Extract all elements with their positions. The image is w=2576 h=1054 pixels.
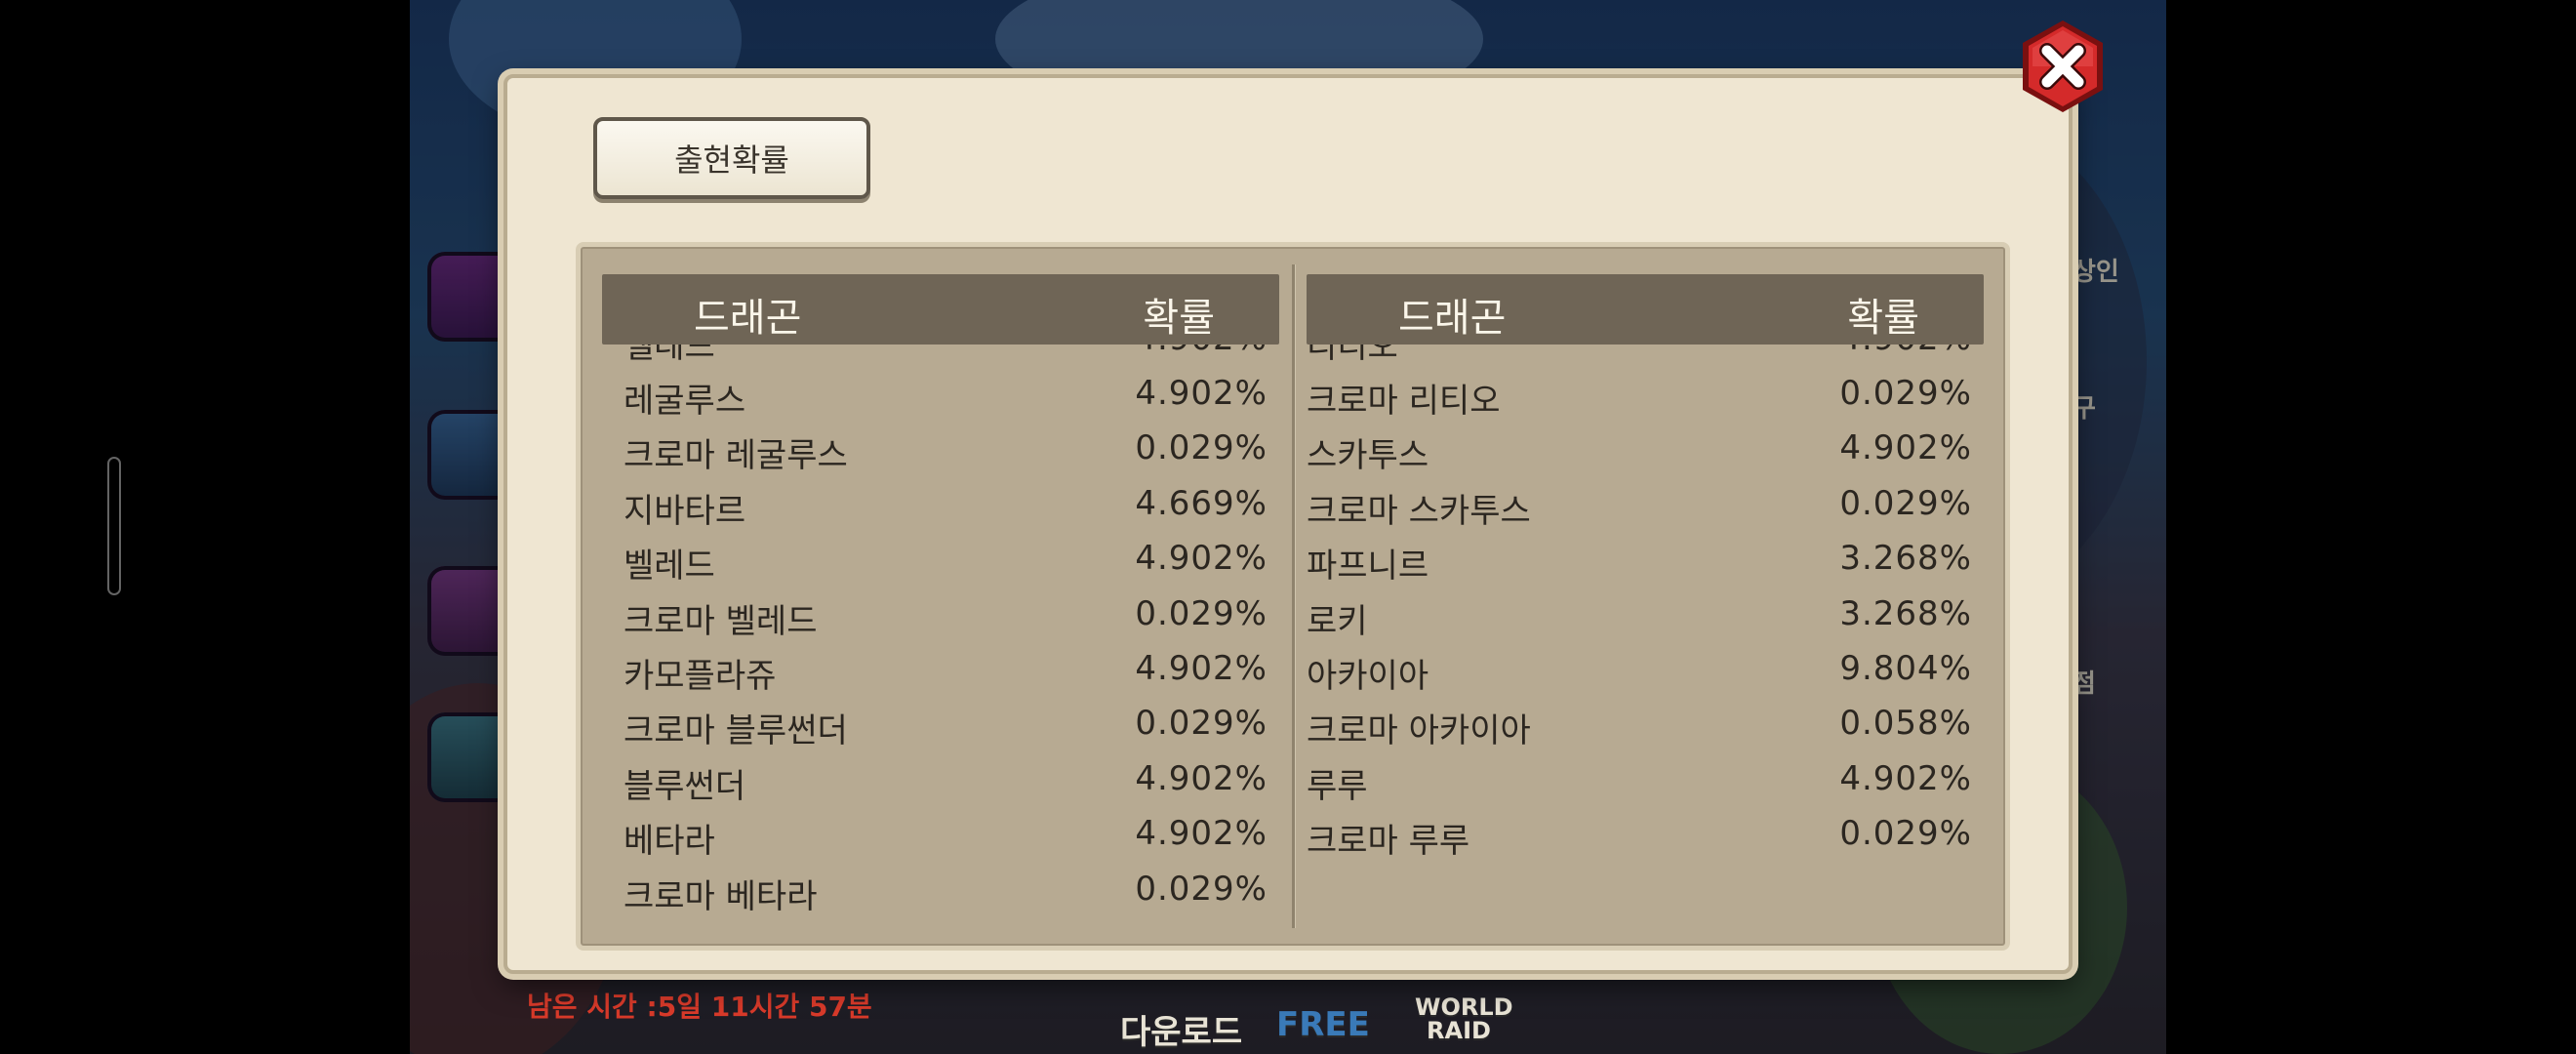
dragon-probability: 3.268% <box>1839 539 1972 579</box>
dragon-probability: 4.902% <box>1839 758 1972 798</box>
dragon-name: 크로마 벨레드 <box>624 601 818 641</box>
table-header: 드래곤 확률 <box>1307 274 1984 345</box>
header-dragon: 드래곤 <box>694 296 802 341</box>
dragon-probability: 0.029% <box>1839 374 1972 413</box>
dragon-name: 크로마 베타라 <box>624 876 818 916</box>
download-label: 다운로드 <box>1120 1013 1243 1052</box>
table-row: 스카투스 4.902% <box>1307 421 1984 475</box>
dragon-name: 크로마 스카투스 <box>1307 491 1531 531</box>
table-row: 크로마 아카이아 0.058% <box>1307 696 1984 750</box>
dragon-name: 파프니르 <box>1307 547 1429 587</box>
dragon-name: 로키 <box>1307 601 1368 641</box>
table-row: 지바타르 4.669% <box>602 476 1279 531</box>
dragon-name: 스카투스 <box>1307 436 1429 476</box>
dragon-name: 크로마 루루 <box>1307 822 1470 862</box>
dragon-probability: 3.268% <box>1839 593 1972 633</box>
dragon-name: 아카이아 <box>1307 656 1429 696</box>
close-icon <box>2023 20 2103 112</box>
table-row: 블루썬더 4.902% <box>602 751 1279 806</box>
table-row: 아카이아 9.804% <box>1307 641 1984 696</box>
dragon-probability: 4.902% <box>1135 814 1268 854</box>
dragon-name: 크로마 블루썬더 <box>624 711 848 751</box>
table-row: 레굴루스 4.902% <box>602 366 1279 421</box>
table-row-partial: 리티오 4.902% <box>1307 345 1984 366</box>
close-button[interactable] <box>2018 18 2108 115</box>
table-row: 파프니르 3.268% <box>1307 531 1984 586</box>
world-raid-label: WORLD RAID <box>1415 993 1513 1044</box>
header-probability: 확률 <box>1143 296 1215 341</box>
table-row: 크로마 블루썬더 0.029% <box>602 696 1279 750</box>
dragon-name: 카모플라쥬 <box>624 656 777 696</box>
right-column: 드래곤 확률 리티오 4.902% 크로마 리티오 0.029% 스카투스 4.90… <box>1307 274 1984 936</box>
dragon-probability: 4.902% <box>1135 648 1268 688</box>
dragon-name: 베타라 <box>624 822 715 862</box>
dragon-name: 크로마 레굴루스 <box>624 436 848 476</box>
table-row: 크로마 스카투스 0.029% <box>1307 476 1984 531</box>
dragon-name: 크로마 아카이아 <box>1307 711 1531 751</box>
dragon-name: 지바타르 <box>624 491 746 531</box>
dragon-probability: 0.029% <box>1135 704 1268 744</box>
dragon-name: 루루 <box>1307 766 1368 806</box>
table-row-partial: 벨레드 4.902% <box>602 345 1279 366</box>
dragon-probability: 0.029% <box>1135 593 1268 633</box>
dragon-probability: 4.902% <box>1839 345 1972 358</box>
dragon-name: 크로마 리티오 <box>1307 382 1501 421</box>
tab-appearance-rate[interactable]: 출현확률 <box>593 117 870 199</box>
column-divider <box>1292 264 1295 928</box>
dragon-probability: 4.902% <box>1839 428 1972 468</box>
table-row: 크로마 레굴루스 0.029% <box>602 421 1279 475</box>
table-rows[interactable]: 리티오 4.902% 크로마 리티오 0.029% 스카투스 4.902% 크로마 … <box>1307 345 1984 862</box>
table-row: 벨레드 4.902% <box>602 531 1279 586</box>
dragon-probability: 4.669% <box>1135 483 1268 523</box>
drop-rate-table: 드래곤 확률 벨레드 4.902% 레굴루스 4.902% 크로마 레굴루스 0.0… <box>576 242 2010 951</box>
dragon-probability: 4.902% <box>1135 758 1268 798</box>
dragon-name: 레굴루스 <box>624 382 746 421</box>
dragon-probability: 9.804% <box>1839 648 1972 688</box>
dragon-probability: 0.029% <box>1135 869 1268 909</box>
table-row: 크로마 루루 0.029% <box>1307 806 1984 861</box>
drop-rate-modal: 출현확률 드래곤 확률 벨레드 4.902% 레굴루스 4.902% 크로마 레굴… <box>503 74 2073 974</box>
dragon-probability: 4.902% <box>1135 345 1268 358</box>
table-header: 드래곤 확률 <box>602 274 1279 345</box>
table-row: 베타라 4.902% <box>602 806 1279 861</box>
dragon-probability: 4.902% <box>1135 374 1268 413</box>
table-row: 카모플라쥬 4.902% <box>602 641 1279 696</box>
table-row: 크로마 리티오 0.029% <box>1307 366 1984 421</box>
table-row: 크로마 베타라 0.029% <box>602 862 1279 916</box>
table-row: 루루 4.902% <box>1307 751 1984 806</box>
dragon-name: 벨레드 <box>624 547 715 587</box>
dragon-name: 블루썬더 <box>624 766 746 806</box>
header-probability: 확률 <box>1847 296 1919 341</box>
header-dragon: 드래곤 <box>1398 296 1507 341</box>
event-countdown: 남은 시간 :5일 11시간 57분 <box>527 991 872 1023</box>
table-rows[interactable]: 벨레드 4.902% 레굴루스 4.902% 크로마 레굴루스 0.029% 지바타… <box>602 345 1279 916</box>
free-label: FREE <box>1276 1005 1370 1044</box>
dragon-probability: 0.058% <box>1839 704 1972 744</box>
dragon-probability: 0.029% <box>1839 814 1972 854</box>
dragon-probability: 0.029% <box>1839 483 1972 523</box>
table-row: 로키 3.268% <box>1307 587 1984 641</box>
left-column: 드래곤 확률 벨레드 4.902% 레굴루스 4.902% 크로마 레굴루스 0.0… <box>602 274 1279 936</box>
dragon-probability: 0.029% <box>1135 428 1268 468</box>
table-row: 크로마 벨레드 0.029% <box>602 587 1279 641</box>
dragon-name: 벨레드 <box>624 345 715 366</box>
dragon-probability: 4.902% <box>1135 539 1268 579</box>
dragon-name: 리티오 <box>1307 345 1398 366</box>
